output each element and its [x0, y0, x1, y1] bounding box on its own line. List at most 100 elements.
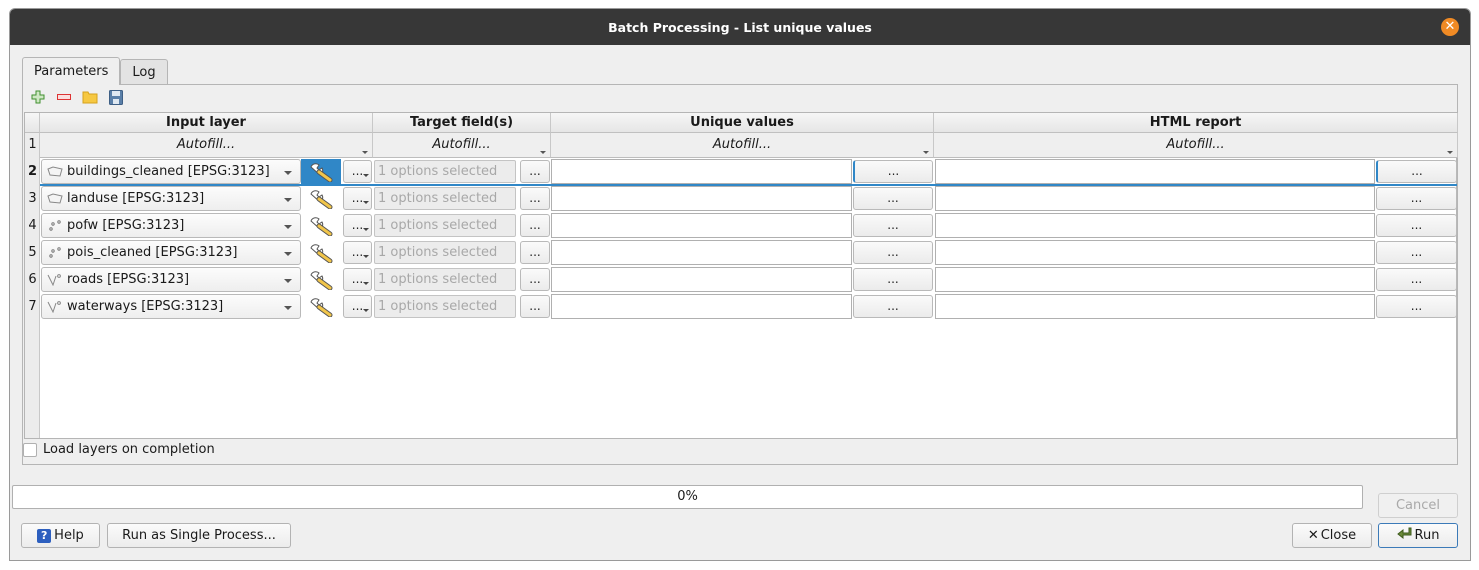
close-icon[interactable]: ✕ [1441, 18, 1459, 36]
input-layer-combo[interactable]: pofw [EPSG:3123] [41, 213, 301, 238]
target-fields-button[interactable]: ... [520, 268, 550, 291]
dots-label: ... [351, 272, 364, 286]
save-icon[interactable] [108, 89, 124, 105]
wrench-icon[interactable] [301, 267, 341, 292]
load-layers-option[interactable]: Load layers on completion [23, 442, 215, 457]
html-report-input[interactable] [935, 213, 1375, 238]
html-report-browse-button[interactable]: ... [1376, 295, 1457, 318]
wrench-icon[interactable] [301, 186, 341, 211]
dots-label: ... [351, 218, 364, 232]
dropdown-arrow-icon [284, 279, 292, 283]
html-report-browse-button[interactable]: ... [1376, 268, 1457, 291]
input-layer-combo[interactable]: pois_cleaned [EPSG:3123] [41, 240, 301, 265]
dots-label: ... [887, 245, 899, 259]
html-report-input[interactable] [935, 159, 1375, 184]
unique-values-browse-button[interactable]: ... [853, 160, 933, 183]
target-fields-input[interactable]: 1 options selected [374, 187, 516, 210]
open-folder-icon[interactable] [82, 89, 98, 105]
html-report-browse-button[interactable]: ... [1376, 187, 1457, 210]
cancel-button[interactable]: Cancel [1378, 493, 1458, 518]
target-fields-input[interactable]: 1 options selected [374, 241, 516, 264]
dots-label: ... [351, 299, 364, 313]
wrench-icon[interactable] [301, 159, 341, 184]
unique-values-browse-button[interactable]: ... [853, 241, 933, 264]
dropdown-arrow-icon [284, 252, 292, 256]
target-fields-input[interactable]: 1 options selected [374, 214, 516, 237]
input-layer-options-button[interactable]: ... [343, 241, 372, 264]
autofill-html-report[interactable]: Autofill... [934, 133, 1458, 158]
unique-values-browse-button[interactable]: ... [853, 268, 933, 291]
unique-values-browse-button[interactable]: ... [853, 295, 933, 318]
unique-values-browse-button[interactable]: ... [853, 214, 933, 237]
unique-values-input[interactable] [551, 186, 852, 211]
run-single-process-button[interactable]: Run as Single Process... [107, 523, 291, 548]
input-layer-options-button[interactable]: ... [343, 160, 372, 183]
add-row-icon[interactable] [30, 89, 46, 105]
unique-values-input[interactable] [551, 267, 852, 292]
input-layer-options-button[interactable]: ... [343, 214, 372, 237]
input-layer-combo[interactable]: roads [EPSG:3123] [41, 267, 301, 292]
html-report-input[interactable] [935, 240, 1375, 265]
target-fields-button[interactable]: ... [520, 241, 550, 264]
close-button[interactable]: ✕ Close [1292, 523, 1372, 548]
dots-label: ... [351, 164, 364, 178]
dots-label: ... [887, 299, 899, 313]
input-layer-options-button[interactable]: ... [343, 295, 372, 318]
column-header-unique-values[interactable]: Unique values [551, 113, 934, 133]
progress-text: 0% [677, 489, 698, 504]
target-fields-input[interactable]: 1 options selected [374, 268, 516, 291]
dots-label: ... [529, 218, 541, 232]
autofill-label: Autofill... [176, 137, 236, 152]
point-layer-icon [47, 219, 63, 232]
target-fields-input[interactable]: 1 options selected [374, 295, 516, 318]
autofill-unique-values[interactable]: Autofill... [551, 133, 934, 158]
html-report-input[interactable] [935, 294, 1375, 319]
row-number: 2 [27, 164, 38, 179]
row-number: 5 [28, 245, 37, 260]
dropdown-arrow-icon [540, 151, 546, 154]
unique-values-browse-button[interactable]: ... [853, 187, 933, 210]
polygon-layer-icon [47, 192, 63, 205]
unique-values-input[interactable] [551, 294, 852, 319]
line-layer-icon [47, 273, 63, 286]
input-layer-options-button[interactable]: ... [343, 268, 372, 291]
help-button[interactable]: ? Help [21, 523, 100, 548]
column-header-html-report[interactable]: HTML report [934, 113, 1458, 133]
dropdown-arrow-icon [284, 306, 292, 310]
html-report-input[interactable] [935, 267, 1375, 292]
unique-values-input[interactable] [551, 240, 852, 265]
input-layer-value: waterways [EPSG:3123] [67, 299, 224, 314]
wrench-icon[interactable] [301, 294, 341, 319]
input-layer-combo[interactable]: waterways [EPSG:3123] [41, 294, 301, 319]
run-button[interactable]: Run [1378, 523, 1458, 548]
tab-log[interactable]: Log [120, 59, 168, 85]
target-fields-button[interactable]: ... [520, 187, 550, 210]
load-layers-checkbox[interactable] [23, 442, 37, 457]
wrench-icon[interactable] [301, 240, 341, 265]
tab-parameters[interactable]: Parameters [22, 57, 121, 85]
dots-label: ... [529, 245, 541, 259]
input-layer-options-button[interactable]: ... [343, 187, 372, 210]
tab-bar: Parameters Log [22, 57, 168, 85]
column-header-input-layer[interactable]: Input layer [40, 113, 373, 133]
column-header-target-fields[interactable]: Target field(s) [373, 113, 551, 133]
autofill-target-fields[interactable]: Autofill... [373, 133, 551, 158]
remove-row-icon[interactable] [56, 89, 72, 105]
html-report-browse-button[interactable]: ... [1376, 160, 1457, 183]
target-fields-button[interactable]: ... [520, 214, 550, 237]
html-report-browse-button[interactable]: ... [1376, 241, 1457, 264]
html-report-browse-button[interactable]: ... [1376, 214, 1457, 237]
html-report-input[interactable] [935, 186, 1375, 211]
unique-values-input[interactable] [551, 213, 852, 238]
target-fields-button[interactable]: ... [520, 160, 550, 183]
autofill-input-layer[interactable]: Autofill... [40, 133, 373, 158]
input-layer-combo[interactable]: landuse [EPSG:3123] [41, 186, 301, 211]
dots-label: ... [529, 191, 541, 205]
input-layer-combo[interactable]: buildings_cleaned [EPSG:3123] [41, 159, 301, 184]
target-fields-button[interactable]: ... [520, 295, 550, 318]
wrench-icon[interactable] [301, 213, 341, 238]
dots-label: ... [887, 164, 900, 178]
target-fields-input[interactable]: 1 options selected [374, 160, 516, 183]
dropdown-arrow-icon [923, 151, 929, 154]
unique-values-input[interactable] [551, 159, 852, 184]
